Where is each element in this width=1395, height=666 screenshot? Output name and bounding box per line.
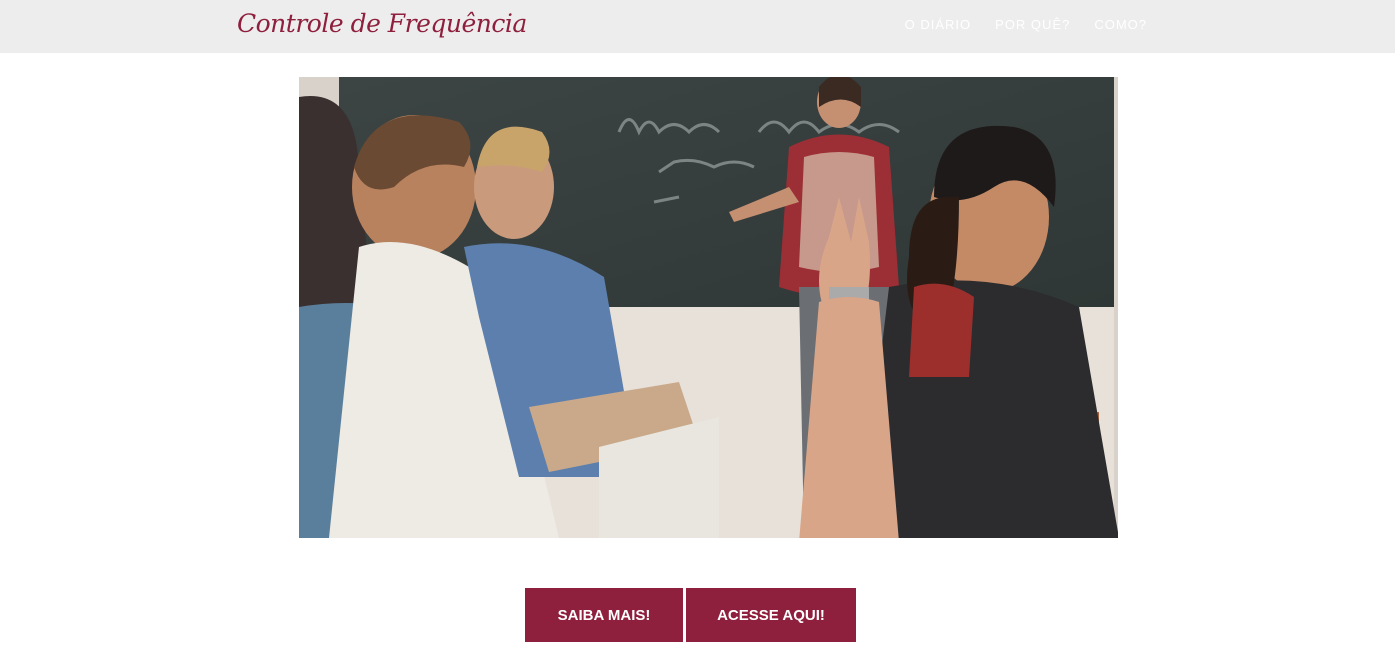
navbar: Controle de Frequência O DIÁRIO POR QUÊ?… <box>0 0 1395 53</box>
hero-image <box>299 77 1118 538</box>
classroom-photo-icon <box>299 77 1118 538</box>
nav-item-o-diario[interactable]: O DIÁRIO <box>905 17 972 32</box>
saiba-mais-button[interactable]: SAIBA MAIS! <box>525 588 683 642</box>
nav-item-como[interactable]: COMO? <box>1094 17 1147 32</box>
main-nav: O DIÁRIO POR QUÊ? COMO? <box>905 17 1147 32</box>
acesse-aqui-button[interactable]: ACESSE AQUI! <box>686 588 856 642</box>
action-buttons: SAIBA MAIS! ACESSE AQUI! <box>525 588 856 642</box>
brand-logo[interactable]: Controle de Frequência <box>237 9 527 38</box>
nav-item-por-que[interactable]: POR QUÊ? <box>995 17 1070 32</box>
